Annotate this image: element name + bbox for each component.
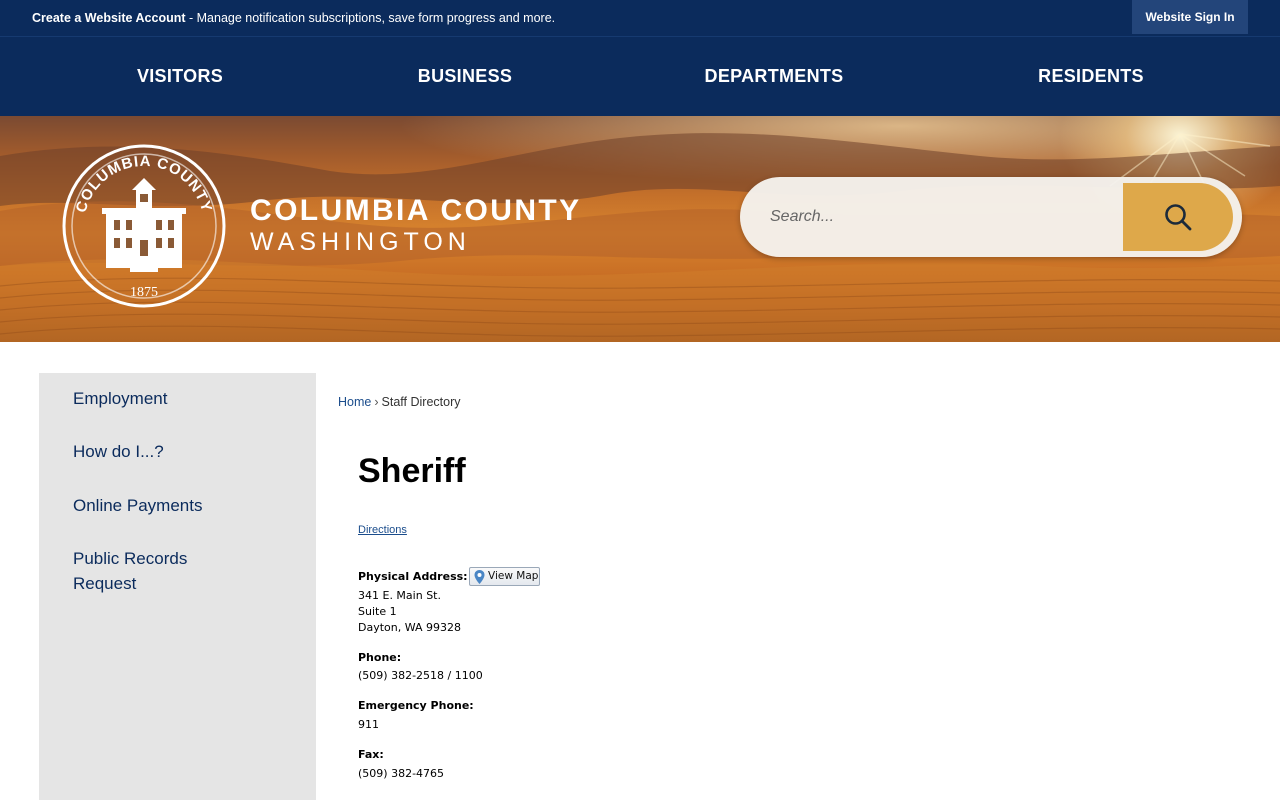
main-navigation: VISITORS BUSINESS DEPARTMENTS RESIDENTS	[0, 36, 1280, 116]
address-line-2: Suite 1	[358, 605, 397, 618]
website-sign-in-button[interactable]: Website Sign In	[1132, 0, 1248, 34]
breadcrumb-current: Staff Directory	[381, 395, 461, 409]
search-button[interactable]	[1123, 183, 1233, 251]
site-brand[interactable]: COLUMBIA COUNTY WASHINGTON	[250, 194, 582, 256]
phone-label: Phone:	[358, 651, 402, 664]
nav-item-residents[interactable]: RESIDENTS	[1022, 37, 1160, 115]
fax-value: (509) 382-4765	[358, 767, 445, 780]
fax-label: Fax:	[358, 748, 384, 761]
directions-link[interactable]: Directions	[358, 524, 407, 536]
address-line-3: Dayton, WA 99328	[358, 621, 462, 634]
sidebar-item-public-records-request[interactable]: Public Records Request	[73, 546, 243, 596]
sidebar-item-employment[interactable]: Employment	[73, 386, 293, 411]
map-pin-icon	[474, 570, 485, 584]
view-map-button[interactable]: View Map	[469, 567, 540, 586]
nav-item-business[interactable]: BUSINESS	[400, 37, 530, 115]
view-map-label: View Map	[488, 570, 539, 582]
page-title: Sheriff	[358, 452, 466, 490]
emergency-phone-value: 911	[358, 718, 379, 731]
sidebar-item-online-payments[interactable]: Online Payments	[73, 493, 293, 518]
breadcrumb-separator: ›	[374, 395, 379, 409]
breadcrumb: Home › Staff Directory	[338, 395, 460, 409]
sidebar-nav: Employment How do I...? Online Payments …	[39, 373, 316, 800]
brand-state-name: WASHINGTON	[250, 228, 471, 256]
search-bar	[740, 177, 1242, 257]
county-seal-logo[interactable]: COLUMBIA COUNTY 1875	[62, 144, 226, 308]
nav-item-visitors[interactable]: VISITORS	[120, 37, 240, 115]
physical-address-label: Physical Address:	[358, 570, 468, 583]
phone-value: (509) 382-2518 / 1100	[358, 669, 483, 682]
create-account-link[interactable]: Create a Website Account	[32, 11, 186, 25]
account-message: Create a Website Account - Manage notifi…	[32, 0, 555, 36]
utility-bar: Create a Website Account - Manage notifi…	[0, 0, 1280, 36]
account-message-text: - Manage notification subscriptions, sav…	[185, 11, 556, 25]
breadcrumb-home-link[interactable]: Home	[338, 395, 371, 409]
sidebar-item-how-do-i[interactable]: How do I...?	[73, 439, 293, 464]
hero-banner: COLUMBIA COUNTY 1875 COLUMBIA COUNTY WAS…	[0, 116, 1280, 342]
search-input[interactable]	[770, 197, 1110, 237]
brand-county-name: COLUMBIA COUNTY	[250, 194, 582, 227]
emergency-phone-label: Emergency Phone:	[358, 699, 474, 712]
search-icon	[1165, 204, 1192, 231]
nav-item-departments[interactable]: DEPARTMENTS	[690, 37, 858, 115]
svg-text:1875: 1875	[130, 285, 158, 300]
address-line-1: 341 E. Main St.	[358, 589, 441, 602]
